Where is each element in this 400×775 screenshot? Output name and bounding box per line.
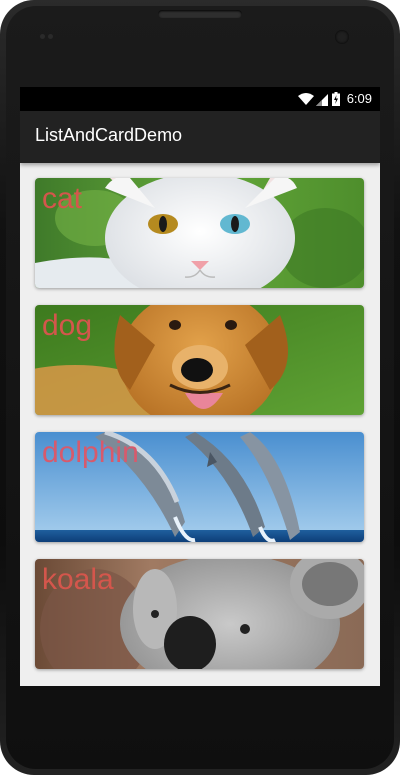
app-bar: ListAndCardDemo bbox=[20, 111, 380, 163]
cat-image bbox=[35, 178, 364, 288]
app-title: ListAndCardDemo bbox=[35, 125, 183, 145]
device-frame: 6:09 ListAndCardDemo cat dog dolphin koa… bbox=[0, 0, 400, 775]
card-label-cat: cat bbox=[42, 182, 83, 215]
card-label-dog: dog bbox=[42, 309, 93, 342]
card-koala[interactable]: koala bbox=[35, 559, 364, 669]
signal-icon bbox=[316, 94, 328, 106]
front-camera-icon bbox=[335, 30, 349, 44]
sensor-dots bbox=[40, 34, 53, 40]
speaker-grille bbox=[158, 10, 242, 18]
status-time: 6:09 bbox=[346, 91, 372, 106]
card-dog[interactable]: dog bbox=[35, 305, 364, 415]
card-label-dolphin: dolphin bbox=[42, 436, 139, 469]
card-cat[interactable]: cat bbox=[35, 178, 364, 288]
battery-icon bbox=[332, 92, 340, 106]
card-label-koala: koala bbox=[42, 563, 114, 596]
card-dolphin[interactable]: dolphin bbox=[35, 432, 364, 542]
wifi-icon bbox=[298, 93, 314, 105]
status-bar: 6:09 bbox=[20, 87, 380, 111]
device-screen: 6:09 ListAndCardDemo cat dog dolphin koa… bbox=[20, 87, 380, 686]
